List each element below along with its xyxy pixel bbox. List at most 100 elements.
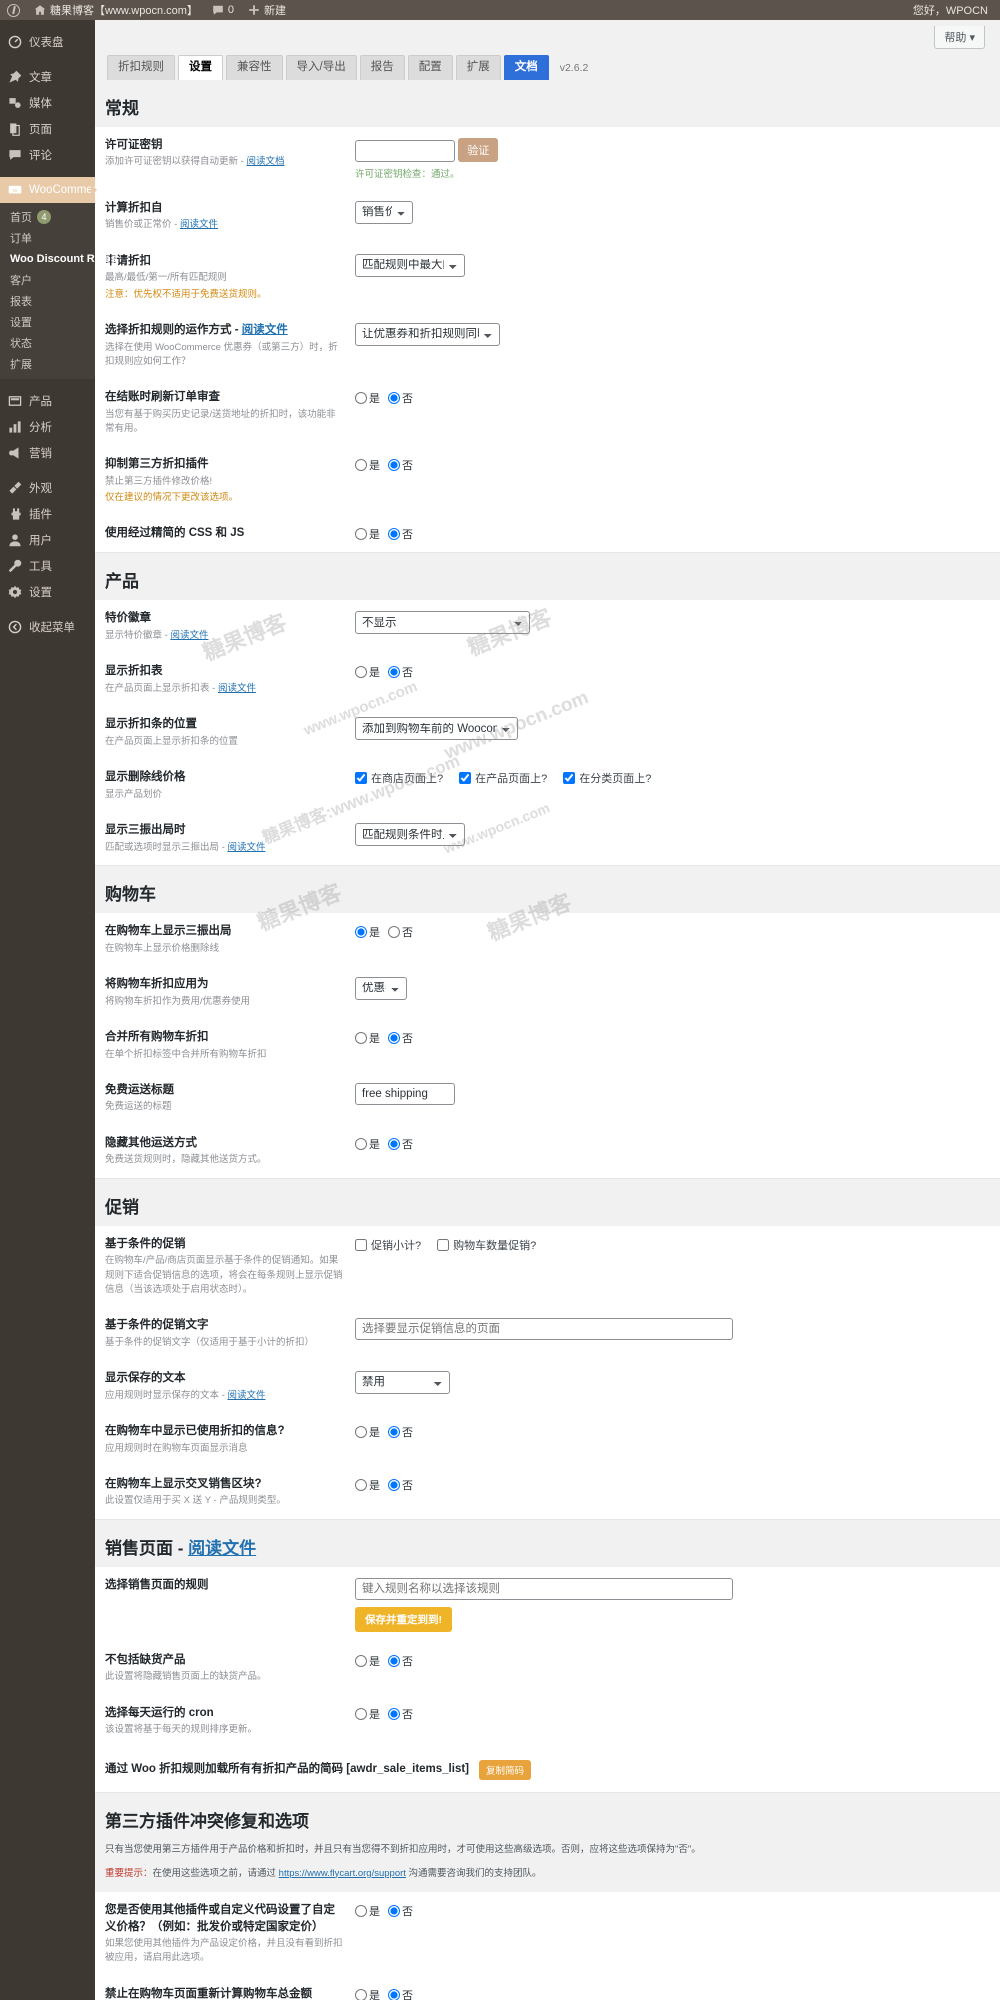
checkbox-shop-page[interactable] (355, 772, 367, 785)
tab-extensions[interactable]: 扩展 (455, 55, 501, 80)
radio-no[interactable] (388, 1707, 400, 1720)
radio-no[interactable] (388, 392, 400, 405)
radio-no[interactable] (388, 1425, 400, 1438)
greeting-label: 您好，WPOCN (912, 5, 988, 17)
sidebar-item-comments[interactable]: 评论 (0, 142, 95, 168)
radio-yes[interactable] (355, 926, 367, 939)
doc-link[interactable]: 阅读文档 (246, 156, 284, 167)
sidebar-item-collapse[interactable]: 收起菜单 (0, 614, 95, 640)
sidebar-item-pages[interactable]: 页面 (0, 116, 95, 142)
sidebar-item-marketing[interactable]: 营销 (0, 440, 95, 466)
checkbox-product-page[interactable] (459, 772, 472, 785)
sidebar-item-posts[interactable]: 文章 (0, 64, 95, 90)
checkbox-promotion-quantity[interactable] (437, 1238, 450, 1251)
radio-no[interactable] (388, 1478, 400, 1491)
radio-yes[interactable] (355, 1988, 367, 2000)
radio-yes[interactable] (355, 1425, 367, 1438)
sidebar-item-analytics[interactable]: 分析 (0, 414, 95, 440)
sales-page-doc-link[interactable]: 阅读文件 (188, 1539, 256, 1558)
radio-no[interactable] (388, 1988, 400, 2000)
new-content-menu[interactable]: 新建 (241, 0, 293, 20)
sidebar-subitem-reports[interactable]: 报表 (0, 290, 95, 311)
support-link[interactable]: https://www.flycart.org/support (279, 1868, 406, 1879)
sidebar-subitem-customers[interactable]: 客户 (0, 269, 95, 290)
tab-docs[interactable]: 文档 (503, 55, 549, 80)
checkbox-category-page[interactable] (563, 772, 576, 785)
license-status: 许可证密钥检查：通过。 (355, 168, 460, 180)
sidebar-item-media[interactable]: 媒体 (0, 90, 95, 116)
radio-yes[interactable] (355, 1478, 367, 1491)
condition-promotion-text-input[interactable] (355, 1318, 733, 1341)
radio-yes[interactable] (355, 666, 367, 679)
sidebar-subitem-orders[interactable]: 订单 (0, 227, 95, 248)
saved-text-select[interactable]: 禁用 (355, 1370, 450, 1394)
row-free-shipping-title: 免费运送标题 免费运送的标题 (95, 1072, 1000, 1125)
radio-yes[interactable] (355, 1904, 367, 1917)
radio-yes[interactable] (355, 1707, 367, 1720)
strikeout-when-select[interactable]: 匹配规则条件时显示 (355, 823, 465, 847)
sidebar-subitem-status[interactable]: 状态 (0, 332, 95, 353)
tab-import-export[interactable]: 导入/导出 (285, 55, 357, 80)
sidebar-item-plugins[interactable]: 插件 (0, 501, 95, 527)
sidebar-item-users[interactable]: 用户 (0, 527, 95, 553)
sidebar-item-tools[interactable]: 工具 (0, 553, 95, 579)
sidebar-item-appearance[interactable]: 外观 (0, 475, 95, 501)
sidebar-subitem-settings[interactable]: 设置 (0, 311, 95, 332)
radio-no[interactable] (388, 459, 400, 472)
site-name-label: 糖果博客【www.wpocn.com】 (50, 5, 198, 17)
radio-no[interactable] (388, 1904, 400, 1917)
radio-yes[interactable] (355, 459, 367, 472)
doc-link[interactable]: 阅读文件 (227, 1390, 265, 1401)
row-refresh-order-review: 在结账时刷新订单审查 当您有基于购买历史记录/送货地址的折扣时，该功能非常有用。… (95, 379, 1000, 446)
tab-settings[interactable]: 设置 (178, 55, 223, 80)
discount-bar-position-select[interactable]: 添加到购物车前的 Woocommerce 表单 (355, 717, 518, 741)
comments-menu[interactable]: 0 (205, 0, 241, 20)
discount-rules-mode-select[interactable]: 让优惠券和折扣规则同时运行 (355, 322, 500, 346)
doc-link[interactable]: 阅读文件 (218, 683, 256, 694)
radio-no[interactable] (388, 1137, 400, 1150)
verify-button[interactable]: 验证 (458, 137, 499, 162)
doc-link[interactable]: 阅读文件 (242, 324, 288, 336)
help-button[interactable]: 帮助 ▾ (934, 26, 985, 49)
radio-no-label: 否 (402, 460, 413, 473)
account-menu[interactable]: 您好，WPOCN (906, 0, 1000, 20)
woocommerce-submenu: 首页 4 订单 Woo Discount Rules 客户 报表 设置 状态 扩… (0, 203, 117, 379)
sidebar-item-settings[interactable]: 设置 (0, 579, 95, 605)
radio-no[interactable] (388, 528, 400, 541)
sales-page-rule-input[interactable] (355, 1577, 733, 1600)
radio-no[interactable] (388, 926, 400, 939)
license-key-input[interactable] (355, 139, 455, 162)
sale-badge-select[interactable]: 不显示 (355, 611, 530, 635)
radio-yes[interactable] (355, 1137, 367, 1150)
radio-yes[interactable] (355, 528, 367, 541)
radio-no[interactable] (388, 666, 400, 679)
doc-link[interactable]: 阅读文件 (170, 630, 208, 641)
doc-link[interactable]: 阅读文件 (180, 219, 218, 230)
radio-no[interactable] (388, 1654, 400, 1667)
wp-logo-menu[interactable] (0, 0, 27, 20)
radio-yes[interactable] (355, 1654, 367, 1667)
tab-discount-rules[interactable]: 折扣规则 (107, 55, 175, 80)
sidebar-item-products[interactable]: 产品 (0, 388, 95, 414)
tab-compatibility[interactable]: 兼容性 (226, 55, 283, 80)
radio-yes[interactable] (355, 1031, 367, 1044)
sidebar-subitem-extensions[interactable]: 扩展 (0, 353, 95, 374)
save-and-redirect-button[interactable]: 保存并重定到到! (355, 1606, 452, 1632)
copy-shortcode-button[interactable]: 复制简码 (479, 1759, 532, 1780)
cart-discount-as-select[interactable]: 优惠券 (355, 976, 407, 1000)
site-name-menu[interactable]: 糖果博客【www.wpocn.com】 (27, 0, 205, 20)
free-shipping-title-input[interactable] (355, 1082, 455, 1105)
apply-discount-select[interactable]: 匹配规则中最大的一个 (355, 253, 465, 277)
tab-reports[interactable]: 报告 (359, 55, 405, 80)
row-label: 显示三振出局时 (105, 824, 186, 837)
radio-yes[interactable] (355, 392, 367, 405)
sidebar-subitem-home[interactable]: 首页 4 (0, 206, 95, 227)
doc-link[interactable]: 阅读文件 (227, 842, 265, 853)
sidebar-item-woocommerce[interactable]: W WooCommerce (0, 177, 109, 203)
checkbox-promotion-subtotal[interactable] (355, 1238, 367, 1251)
sidebar-subitem-woo-discount-rules[interactable]: Woo Discount Rules (0, 248, 117, 269)
sidebar-item-dashboard[interactable]: 仪表盘 (0, 29, 95, 55)
tab-configuration[interactable]: 配置 (407, 55, 453, 80)
calculate-discount-select[interactable]: 销售价格 (355, 200, 413, 224)
radio-no[interactable] (388, 1031, 400, 1044)
